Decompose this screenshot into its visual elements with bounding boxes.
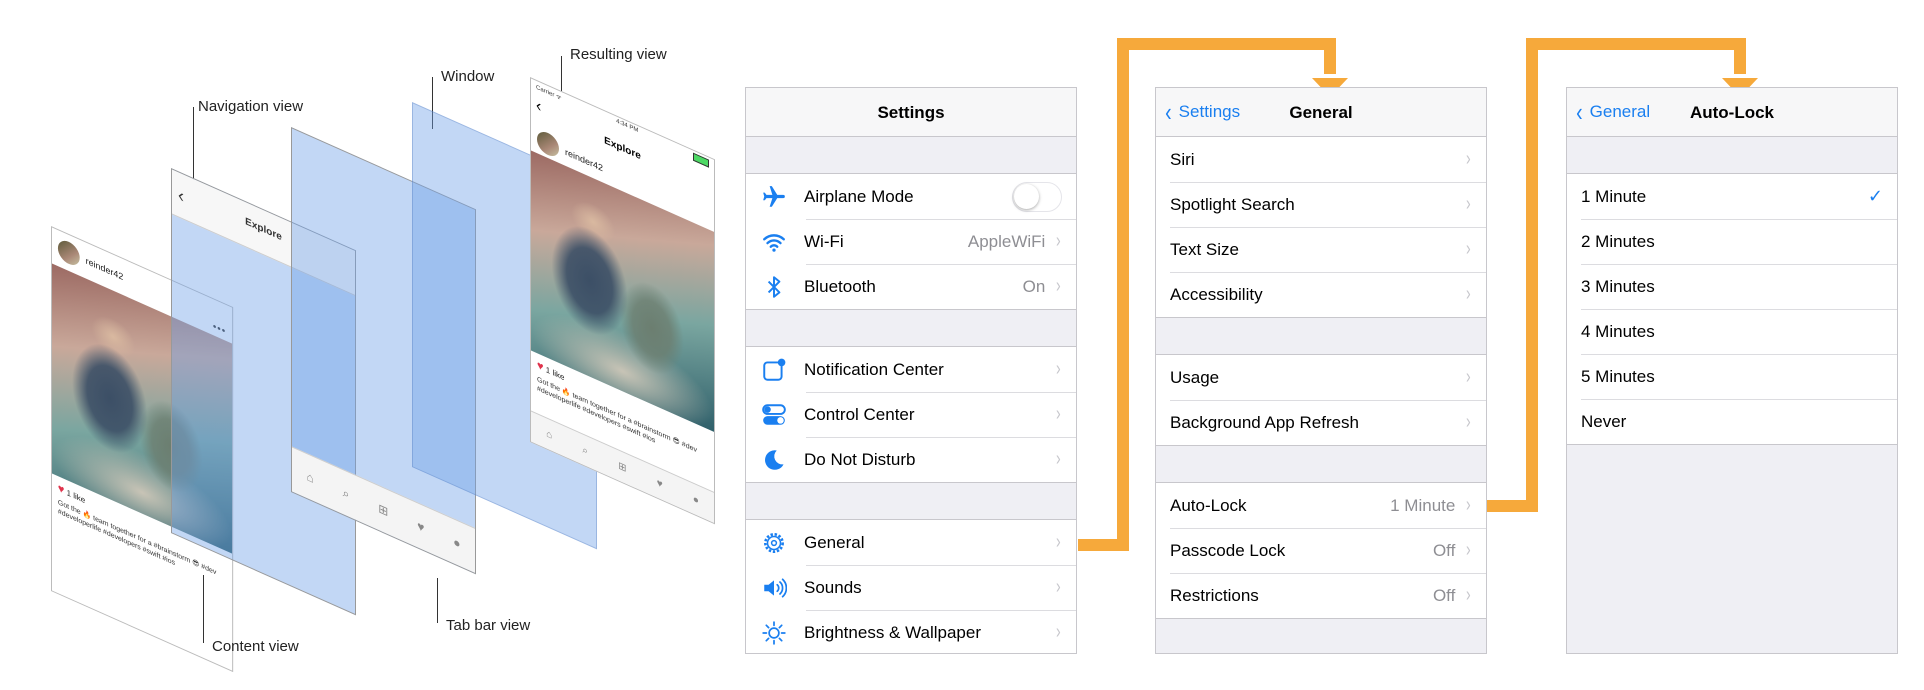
row-label: Passcode Lock <box>1170 540 1286 560</box>
general-screen: ‹ Settings General Siri › Spotlight Searc… <box>1155 87 1487 654</box>
row-label: Usage <box>1170 367 1220 387</box>
settings-row-notification-center[interactable]: Notification Center › <box>746 347 1076 392</box>
general-row-auto-lock[interactable]: Auto-Lock 1 Minute › <box>1156 483 1486 528</box>
row-label: Siri <box>1170 149 1195 169</box>
settings-navigation-bar: Settings <box>746 88 1076 137</box>
row-label: Accessibility <box>1170 284 1263 304</box>
figure: Navigation view Window Resulting view re… <box>0 0 1924 690</box>
sun-icon <box>760 619 788 647</box>
row-label: Bluetooth <box>804 276 876 296</box>
chevron-right-icon: › <box>1056 621 1061 643</box>
chevron-right-icon: › <box>1466 193 1471 215</box>
chevron-right-icon: › <box>1466 148 1471 170</box>
notification-center-icon <box>760 356 788 384</box>
settings-row-control-center[interactable]: Control Center › <box>746 392 1076 437</box>
chevron-right-icon: › <box>1056 448 1061 470</box>
option-label: 4 Minutes <box>1581 321 1655 341</box>
settings-row-airplane-mode[interactable]: Airplane Mode <box>746 174 1076 219</box>
option-label: 2 Minutes <box>1581 231 1655 251</box>
row-label: Do Not Disturb <box>804 449 916 469</box>
general-row-usage[interactable]: Usage › <box>1156 355 1486 400</box>
option-label: 1 Minute <box>1581 186 1647 206</box>
settings-group-connectivity: Airplane Mode Wi-Fi AppleWiFi › Bluetoot… <box>746 173 1076 310</box>
checkmark-icon: ✓ <box>1867 186 1883 206</box>
chevron-right-icon: › <box>1466 411 1471 433</box>
passcode-lock-value: Off <box>1432 540 1456 560</box>
row-label: Text Size <box>1170 239 1239 259</box>
bluetooth-icon <box>760 273 788 301</box>
speaker-icon <box>760 574 788 602</box>
general-row-accessibility[interactable]: Accessibility › <box>1156 272 1486 317</box>
settings-group-general: General › Sounds › Brightness & Wallpape… <box>746 519 1076 653</box>
chevron-right-icon: › <box>1466 539 1471 561</box>
row-label: Spotlight Search <box>1170 194 1295 214</box>
airplane-mode-toggle[interactable] <box>1012 181 1062 212</box>
general-row-siri[interactable]: Siri › <box>1156 137 1486 182</box>
settings-row-wifi[interactable]: Wi-Fi AppleWiFi › <box>746 219 1076 264</box>
auto-lock-screen: ‹ General Auto-Lock 1 Minute ✓ 2 Minutes … <box>1566 87 1898 654</box>
auto-lock-option[interactable]: 3 Minutes <box>1567 264 1897 309</box>
option-label: Never <box>1581 411 1627 431</box>
general-row-spotlight-search[interactable]: Spotlight Search › <box>1156 182 1486 227</box>
settings-screen: Settings Airplane Mode Wi-Fi AppleWiFi › <box>745 87 1077 654</box>
row-label: Background App Refresh <box>1170 412 1360 432</box>
row-label: Auto-Lock <box>1170 495 1247 515</box>
row-label: Airplane Mode <box>804 186 914 206</box>
chevron-right-icon: › <box>1466 366 1471 388</box>
row-label: Brightness & Wallpaper <box>804 622 982 642</box>
gear-icon <box>760 529 788 557</box>
chevron-right-icon: › <box>1466 283 1471 305</box>
row-label: Notification Center <box>804 359 944 379</box>
auto-lock-navigation-bar: ‹ General Auto-Lock <box>1567 88 1897 137</box>
general-row-text-size[interactable]: Text Size › <box>1156 227 1486 272</box>
chevron-right-icon: › <box>1056 230 1061 252</box>
auto-lock-title: Auto-Lock <box>1689 103 1775 122</box>
restrictions-value: Off <box>1432 585 1456 605</box>
auto-lock-option[interactable]: 4 Minutes <box>1567 309 1897 354</box>
general-navigation-bar: ‹ Settings General <box>1156 88 1486 137</box>
auto-lock-option[interactable]: 5 Minutes <box>1567 354 1897 399</box>
chevron-right-icon: › <box>1466 584 1471 606</box>
general-row-passcode-lock[interactable]: Passcode Lock Off › <box>1156 528 1486 573</box>
auto-lock-option[interactable]: 1 Minute ✓ <box>1567 174 1897 219</box>
row-label: General <box>804 532 865 552</box>
settings-group-notifications: Notification Center › Control Center › D… <box>746 346 1076 483</box>
chevron-right-icon: › <box>1056 403 1061 425</box>
row-label: Control Center <box>804 404 915 424</box>
control-center-icon <box>760 401 788 429</box>
chevron-right-icon: › <box>1466 494 1471 516</box>
chevron-right-icon: › <box>1056 531 1061 553</box>
general-group-3: Auto-Lock 1 Minute › Passcode Lock Off › Res… <box>1156 482 1486 619</box>
row-label: Restrictions <box>1170 585 1259 605</box>
option-label: 5 Minutes <box>1581 366 1655 386</box>
general-row-restrictions[interactable]: Restrictions Off › <box>1156 573 1486 618</box>
settings-row-bluetooth[interactable]: Bluetooth On › <box>746 264 1076 309</box>
bluetooth-value: On <box>1022 276 1046 296</box>
auto-lock-option[interactable]: 2 Minutes <box>1567 219 1897 264</box>
settings-row-sounds[interactable]: Sounds › <box>746 565 1076 610</box>
chevron-right-icon: › <box>1056 576 1061 598</box>
auto-lock-option[interactable]: Never <box>1567 399 1897 444</box>
chevron-right-icon: › <box>1056 358 1061 380</box>
row-label: Wi-Fi <box>804 231 844 251</box>
auto-lock-value: 1 Minute <box>1390 495 1456 515</box>
settings-row-do-not-disturb[interactable]: Do Not Disturb › <box>746 437 1076 482</box>
general-title: General <box>1289 103 1353 122</box>
general-row-background-app-refresh[interactable]: Background App Refresh › <box>1156 400 1486 445</box>
chevron-right-icon: › <box>1056 275 1061 297</box>
wifi-value: AppleWiFi <box>967 231 1046 251</box>
do-not-disturb-icon <box>760 446 788 474</box>
settings-row-brightness[interactable]: Brightness & Wallpaper › <box>746 610 1076 653</box>
settings-title: Settings <box>877 103 945 122</box>
chevron-right-icon: › <box>1466 238 1471 260</box>
general-group-1: Siri › Spotlight Search › Text Size › Acces… <box>1156 137 1486 318</box>
airplane-icon <box>760 183 788 211</box>
wifi-icon <box>760 228 788 256</box>
row-label: Sounds <box>804 577 862 597</box>
general-group-2: Usage › Background App Refresh › <box>1156 354 1486 446</box>
option-label: 3 Minutes <box>1581 276 1655 296</box>
settings-row-general[interactable]: General › <box>746 520 1076 565</box>
auto-lock-options: 1 Minute ✓ 2 Minutes 3 Minutes 4 Minutes … <box>1567 173 1897 445</box>
